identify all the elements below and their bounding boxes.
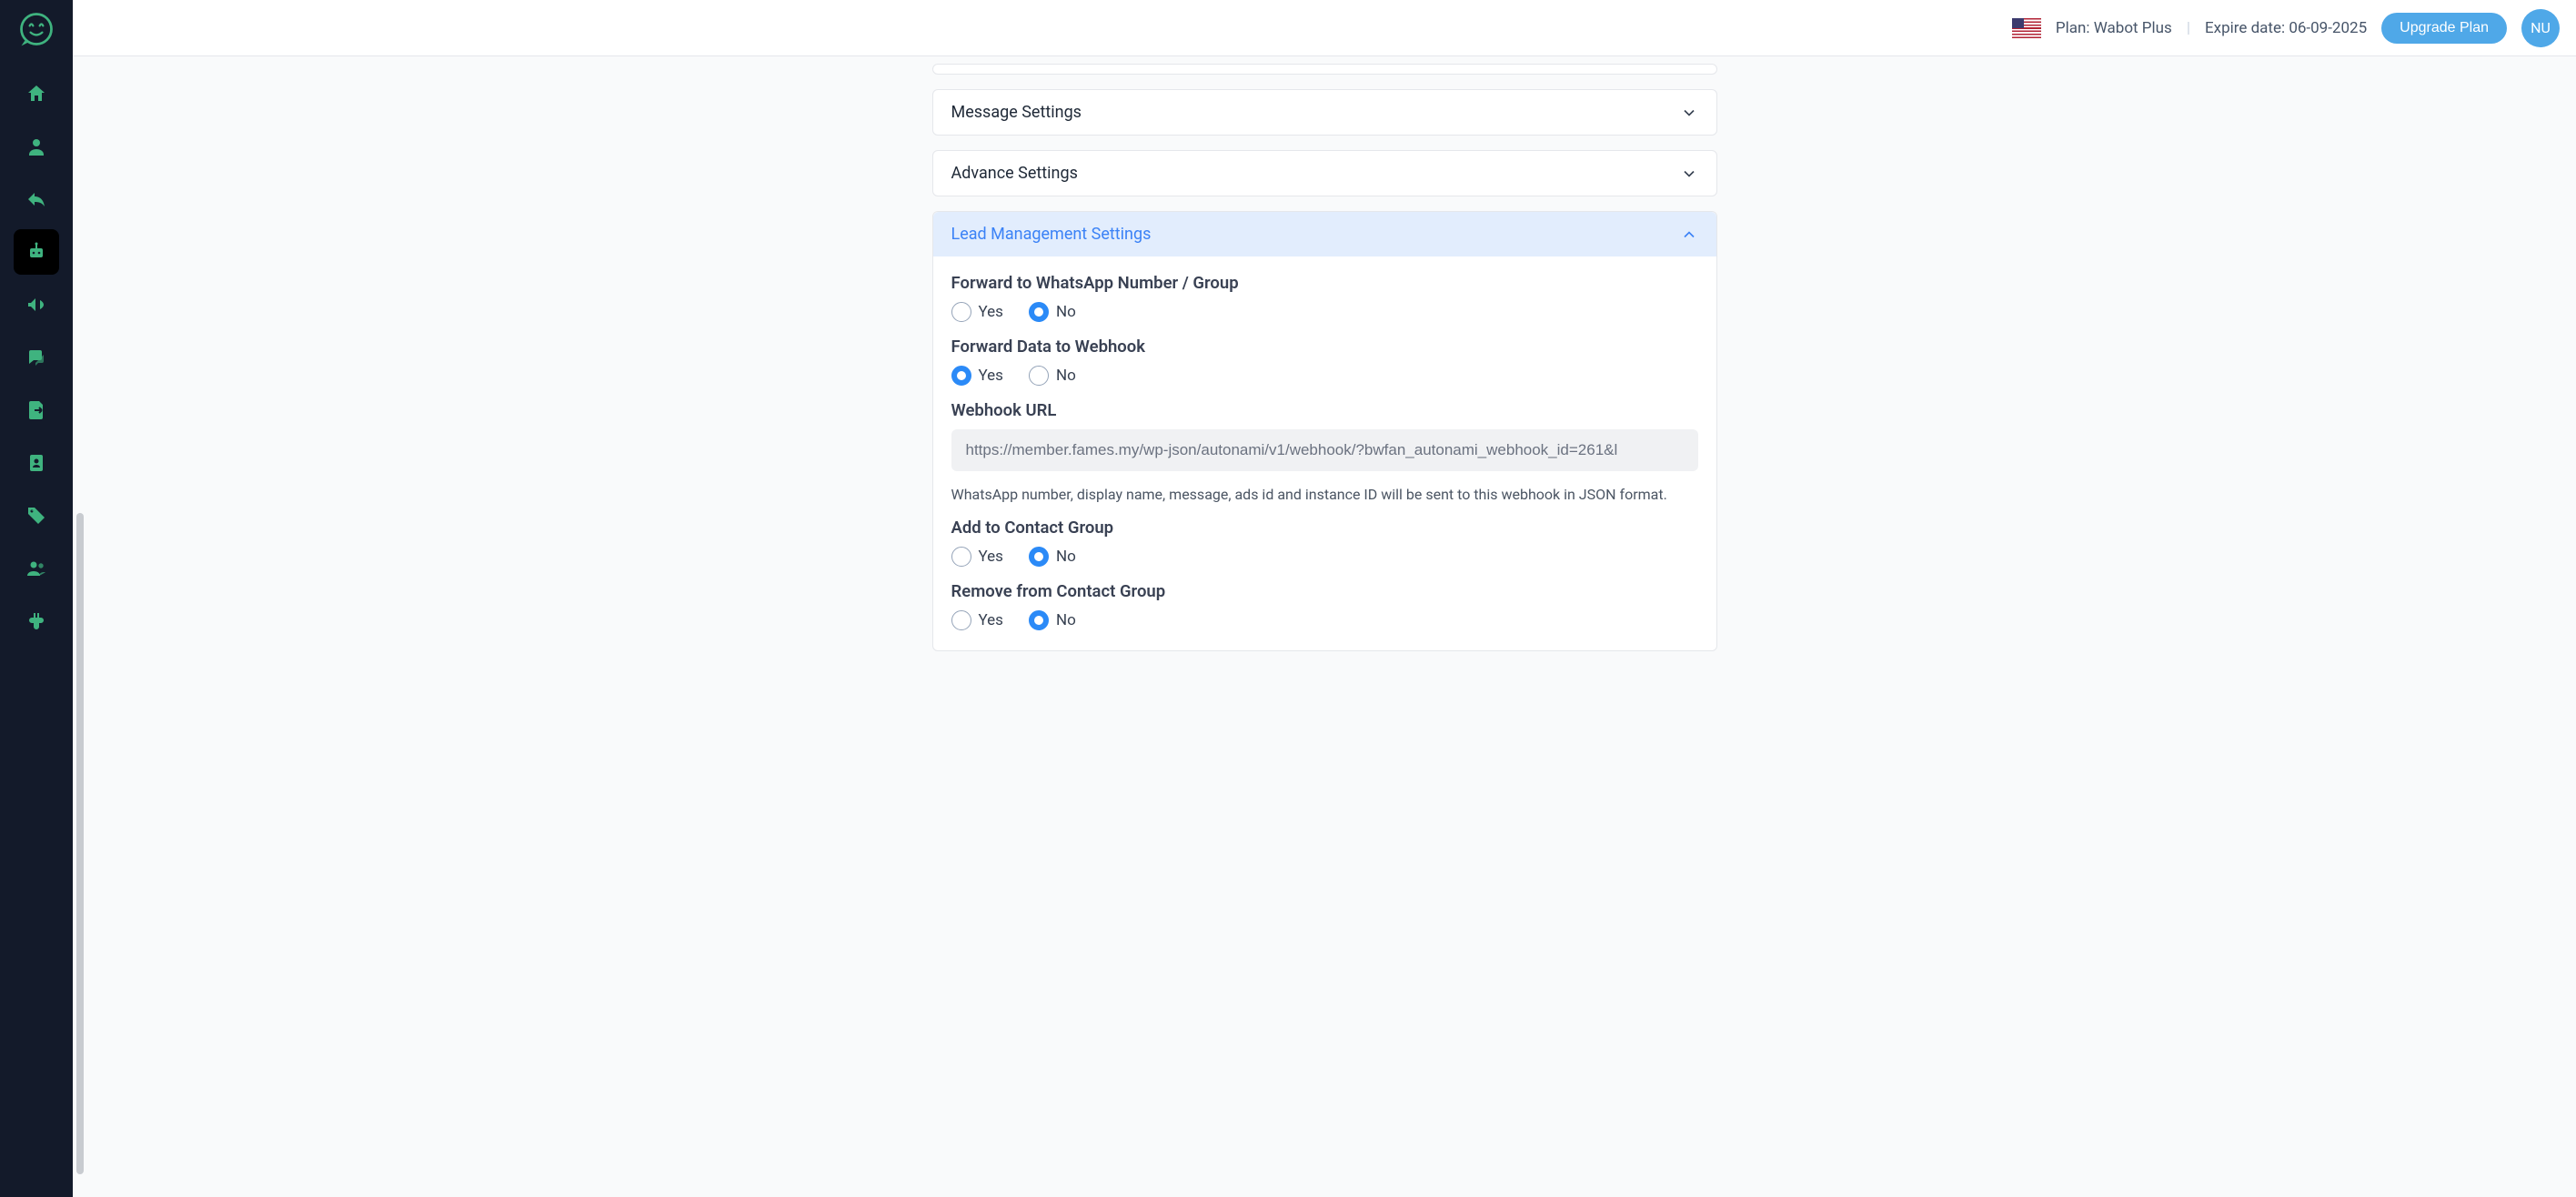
webhook-hint: WhatsApp number, display name, message, … [951, 486, 1698, 503]
radio-icon [951, 302, 971, 322]
radio-label: Yes [979, 303, 1003, 321]
chevron-down-icon [1680, 104, 1698, 122]
radio-label: No [1056, 367, 1076, 385]
radio-icon [1029, 610, 1049, 630]
field-label-add-contact-group: Add to Contact Group [951, 518, 1698, 538]
chevron-up-icon [1680, 226, 1698, 244]
radio-icon [951, 547, 971, 567]
field-label-forward-whatsapp: Forward to WhatsApp Number / Group [951, 273, 1698, 293]
radio-add-contact-group-yes[interactable]: Yes [951, 547, 1003, 567]
radio-label: Yes [979, 548, 1003, 566]
nav-bot[interactable] [14, 229, 59, 275]
panel-header-lead-management[interactable]: Lead Management Settings [933, 212, 1716, 256]
nav-contacts[interactable] [14, 440, 59, 486]
content-scroll[interactable]: Message Settings Advance Settings Lead M… [73, 56, 2576, 1197]
nav-profile[interactable] [14, 124, 59, 169]
panel-title: Advance Settings [951, 164, 1078, 183]
panel-lead-management: Lead Management Settings Forward to What… [932, 211, 1717, 651]
divider: | [2187, 19, 2190, 37]
radio-icon [1029, 547, 1049, 567]
nav-chat[interactable] [14, 335, 59, 380]
panel-title: Message Settings [951, 103, 1082, 122]
radio-label: No [1056, 611, 1076, 629]
webhook-url-input[interactable] [951, 429, 1698, 471]
nav-home[interactable] [14, 71, 59, 116]
nav-export[interactable] [14, 387, 59, 433]
app-logo [16, 9, 56, 49]
radio-icon [951, 610, 971, 630]
field-label-forward-webhook: Forward Data to Webhook [951, 337, 1698, 357]
field-label-remove-contact-group: Remove from Contact Group [951, 581, 1698, 601]
upgrade-plan-button[interactable]: Upgrade Plan [2381, 13, 2507, 44]
avatar[interactable]: NU [2521, 9, 2560, 47]
panel-title: Lead Management Settings [951, 225, 1152, 244]
scrollbar[interactable] [76, 56, 84, 1197]
panel-header-advance-settings[interactable]: Advance Settings [933, 151, 1716, 196]
radio-icon [1029, 302, 1049, 322]
plan-label: Plan: Wabot Plus [2056, 19, 2172, 37]
panel-message-settings: Message Settings [932, 89, 1717, 136]
panel-header-message-settings[interactable]: Message Settings [933, 90, 1716, 135]
topbar: Plan: Wabot Plus | Expire date: 06-09-20… [73, 0, 2576, 56]
radio-add-contact-group-no[interactable]: No [1029, 547, 1076, 567]
chevron-down-icon [1680, 165, 1698, 183]
radio-forward-webhook-yes[interactable]: Yes [951, 366, 1003, 386]
radio-icon [951, 366, 971, 386]
radio-forward-whatsapp-no[interactable]: No [1029, 302, 1076, 322]
radio-label: Yes [979, 611, 1003, 629]
nav-tags[interactable] [14, 493, 59, 538]
radio-forward-webhook-no[interactable]: No [1029, 366, 1076, 386]
radio-remove-contact-group-yes[interactable]: Yes [951, 610, 1003, 630]
radio-remove-contact-group-no[interactable]: No [1029, 610, 1076, 630]
nav-campaign[interactable] [14, 282, 59, 327]
nav-reply[interactable] [14, 176, 59, 222]
panel-previous-stub [932, 64, 1717, 75]
radio-label: No [1056, 303, 1076, 321]
nav-team[interactable] [14, 546, 59, 591]
sidebar [0, 0, 73, 1197]
radio-icon [1029, 366, 1049, 386]
radio-label: No [1056, 548, 1076, 566]
panel-advance-settings: Advance Settings [932, 150, 1717, 196]
nav-integrations[interactable] [14, 598, 59, 644]
expire-label: Expire date: 06-09-2025 [2205, 19, 2367, 37]
flag-us-icon[interactable] [2012, 18, 2041, 38]
field-label-webhook-url: Webhook URL [951, 400, 1698, 420]
radio-label: Yes [979, 367, 1003, 385]
radio-forward-whatsapp-yes[interactable]: Yes [951, 302, 1003, 322]
